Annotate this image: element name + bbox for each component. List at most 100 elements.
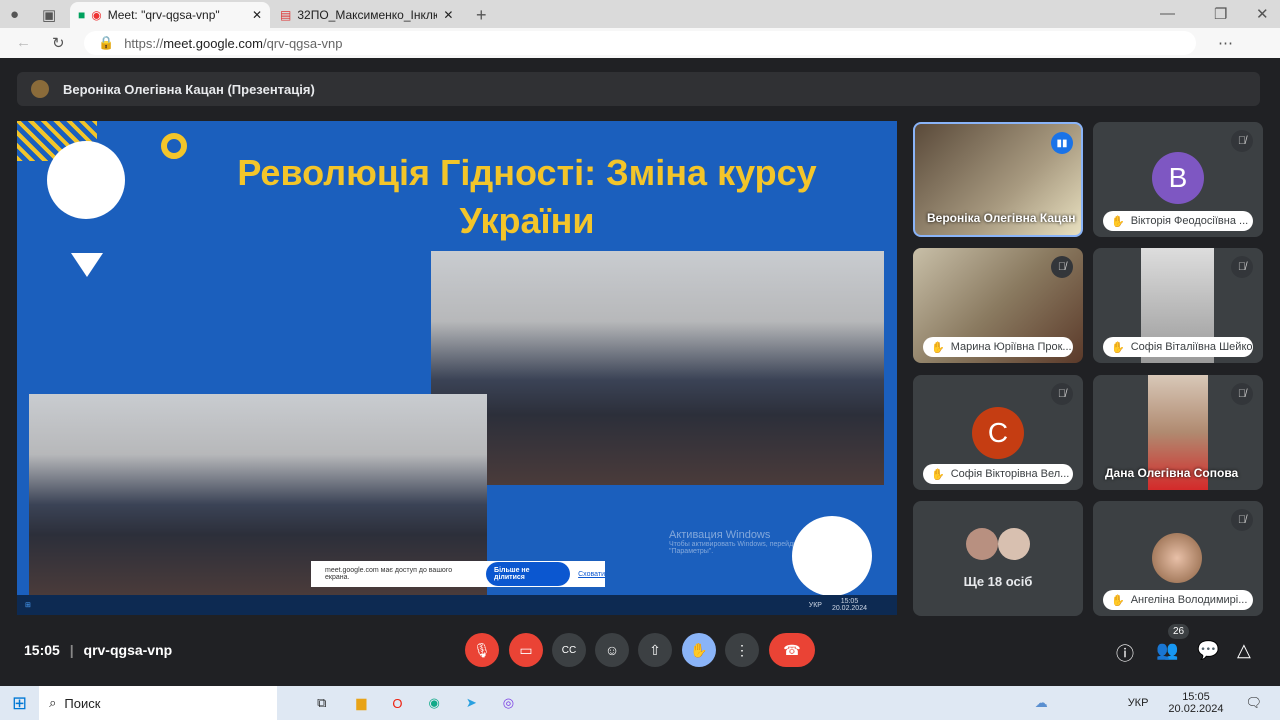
participant-tile[interactable]: 🎙̸ В ✋ Вікторія Феодосіївна ...: [1093, 122, 1263, 237]
tray-clock: 15:05 20.02.2024: [832, 598, 867, 612]
presentation-view: Революція Гідності: Зміна курсу України …: [17, 121, 897, 615]
file-explorer-icon[interactable]: ▆: [356, 695, 366, 711]
slide-triangle: [71, 253, 103, 277]
pdf-icon: ▤: [280, 8, 292, 22]
screen-share-notice: meet.google.com має доступ до вашого екр…: [311, 561, 605, 587]
mic-off-icon: 🎙̸: [1231, 130, 1253, 152]
participant-name: Вероніка Олегівна Кацан: [927, 211, 1076, 225]
participants-count-badge: 26: [1168, 624, 1190, 639]
recording-icon: ◉: [91, 8, 102, 22]
more-participants-label: Ще 18 осіб: [963, 574, 1033, 589]
url-path: /qrv-qgsa-vnp: [262, 35, 343, 51]
info-icon[interactable]: ⓘ: [1116, 640, 1134, 666]
meeting-controls: 15:05 | qrv-qgsa-vnp 🎙 ▭ CC ☺ ⇧ ✋ ⋮ ☎ ⓘ …: [0, 624, 1280, 670]
participant-name: Вікторія Феодосіївна ...: [1130, 215, 1249, 227]
watermark-title: Активация Windows: [669, 529, 771, 541]
tab-pdf[interactable]: ▤ 32ПО_Максименко_Інклюзія_П ✕: [272, 2, 468, 28]
participant-name: Софія Віталіївна Шейко: [1130, 341, 1253, 353]
windows-taskbar: ⊞ ⌕ Поиск ⧉ ▆ O ◉ ➤ ◎ ☁ УКР 15:05 20.02.20…: [0, 686, 1280, 720]
minimize-icon[interactable]: —: [1160, 5, 1175, 22]
participant-tile[interactable]: 🎙̸ ✋ Ангеліна Володимирі...: [1093, 501, 1263, 616]
canva-icon[interactable]: ◎: [503, 695, 514, 711]
tab-meet[interactable]: ■ ◉ Meet: "qrv-qgsa-vnp" ✕: [70, 2, 270, 28]
participant-name: Ангеліна Володимирі...: [1130, 594, 1248, 606]
participant-tile[interactable]: ▮▮ Вероніка Олегівна Кацан: [913, 122, 1083, 237]
present-button[interactable]: ⇧: [638, 633, 672, 667]
hand-icon: ✋: [1111, 341, 1125, 354]
participant-tile[interactable]: 🎙̸ ✋ Марина Юріївна Прок...: [913, 248, 1083, 363]
participant-name-pill: ✋ Ангеліна Володимирі...: [1103, 590, 1253, 610]
stop-sharing-button[interactable]: Більше не ділитися: [486, 562, 571, 586]
tray-date: 20.02.2024: [831, 605, 867, 612]
notifications-icon[interactable]: 🗨: [1245, 695, 1262, 711]
presenter-header: Вероніка Олегівна Кацан (Презентація): [17, 72, 1260, 106]
profile-photo: [1152, 533, 1202, 583]
speaking-indicator-icon: ▮▮: [1051, 132, 1073, 154]
profile-icon[interactable]: ●: [10, 6, 19, 23]
share-notice-text: meet.google.com має доступ до вашого екр…: [325, 567, 453, 581]
url-host: meet.google.com: [163, 35, 263, 51]
hand-icon: ✋: [931, 341, 945, 354]
close-window-icon[interactable]: ✕: [1256, 5, 1269, 23]
windows-start-icon: ⊞: [25, 602, 31, 609]
participant-name: Софія Вікторівна Вел...: [950, 468, 1070, 480]
tray-time: 15:05: [840, 598, 859, 605]
maximize-icon[interactable]: ❐: [1214, 5, 1227, 23]
more-options-button[interactable]: ⋮: [725, 633, 759, 667]
keyboard-language[interactable]: УКР: [1128, 697, 1149, 709]
maidan-photo-1: [431, 251, 884, 485]
telegram-icon[interactable]: ➤: [466, 695, 477, 711]
close-tab-icon[interactable]: ✕: [252, 8, 262, 22]
url-bar[interactable]: 🔒 https://meet.google.com/qrv-qgsa-vnp: [84, 31, 1196, 55]
meeting-time: 15:05: [24, 642, 60, 658]
participant-name-pill: ✋ Софія Вікторівна Вел...: [923, 464, 1073, 484]
participant-tile[interactable]: 🎙̸ ✋ Софія Віталіївна Шейко: [1093, 248, 1263, 363]
task-view-icon[interactable]: ⧉: [317, 695, 326, 711]
url-prefix: https://: [124, 35, 164, 51]
presenter-name: Вероніка Олегівна Кацан (Презентація): [63, 81, 315, 97]
more-icon[interactable]: ⋯: [1218, 34, 1233, 52]
mic-toggle-button[interactable]: 🎙: [465, 633, 499, 667]
url-text: https://meet.google.com/qrv-qgsa-vnp: [124, 36, 342, 51]
hand-icon: ✋: [1111, 594, 1125, 607]
emoji-button[interactable]: ☺: [595, 633, 629, 667]
camera-toggle-button[interactable]: ▭: [509, 633, 543, 667]
presenter-avatar: [31, 80, 49, 98]
leave-call-button[interactable]: ☎: [769, 633, 815, 667]
raise-hand-button[interactable]: ✋: [682, 633, 716, 667]
tab-actions-icon[interactable]: ▣: [42, 6, 56, 24]
mic-off-icon: 🎙̸: [1231, 509, 1253, 531]
activities-icon[interactable]: △: [1237, 640, 1251, 661]
captions-button[interactable]: CC: [552, 633, 586, 667]
chat-icon[interactable]: 💬: [1197, 640, 1219, 661]
new-tab-icon[interactable]: +: [476, 5, 487, 26]
hide-link[interactable]: Сховати: [578, 571, 605, 578]
meet-logo-icon: ■: [78, 8, 86, 22]
avatar: В: [1152, 152, 1204, 204]
reload-icon[interactable]: ↻: [52, 34, 65, 52]
tray-lang: УКР: [808, 601, 822, 609]
browser-tab-bar: ● ▣ ■ ◉ Meet: "qrv-qgsa-vnp" ✕ ▤ 32ПО_Ма…: [0, 0, 1280, 28]
opera-icon[interactable]: O: [392, 696, 402, 711]
weather-icon: ☁: [1034, 695, 1048, 710]
participant-name-pill: ✋ Вікторія Феодосіївна ...: [1103, 211, 1253, 231]
taskbar-search[interactable]: ⌕ Поиск: [39, 686, 278, 720]
people-icon[interactable]: 👥: [1156, 640, 1178, 661]
mic-off-icon: 🎙̸: [1051, 256, 1073, 278]
hand-icon: ✋: [1111, 215, 1125, 228]
participant-name: Дана Олегівна Сопова: [1105, 466, 1239, 480]
back-icon[interactable]: ←: [16, 34, 31, 51]
windows-start-icon[interactable]: ⊞: [12, 693, 27, 714]
edge-icon[interactable]: ◉: [429, 695, 440, 711]
participant-tile[interactable]: 🎙̸ Дана Олегівна Сопова: [1093, 375, 1263, 490]
more-participants-tile[interactable]: Ще 18 осіб: [913, 501, 1083, 616]
mic-off-icon: 🎙̸: [1231, 383, 1253, 405]
search-icon: ⌕: [49, 695, 57, 710]
participant-tile[interactable]: 🎙̸ С ✋ Софія Вікторівна Вел...: [913, 375, 1083, 490]
taskbar-clock[interactable]: 15:05 20.02.2024: [1168, 691, 1223, 715]
close-tab-icon[interactable]: ✕: [443, 8, 453, 22]
lock-icon: 🔒: [98, 35, 115, 50]
avatar: С: [972, 407, 1024, 459]
mic-off-icon: 🎙̸: [1051, 383, 1073, 405]
slide-circle: [47, 141, 125, 219]
